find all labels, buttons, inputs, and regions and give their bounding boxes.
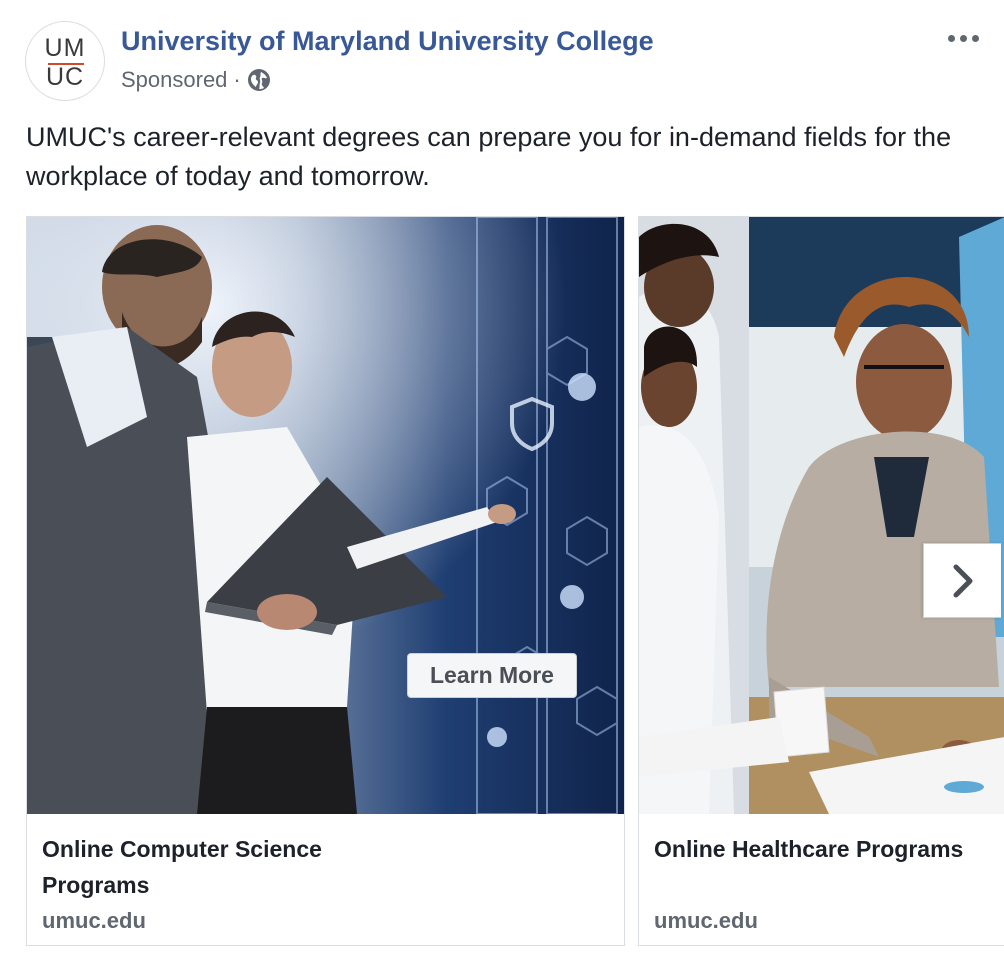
card-image-healthcare[interactable] (639, 217, 1004, 814)
more-options-icon[interactable] (948, 28, 988, 48)
avatar-logo-top: UM (44, 34, 86, 62)
card-title[interactable]: Online Computer Science Programs (42, 831, 402, 903)
card-footer: Online Healthcare Programs umuc.edu (639, 814, 1004, 945)
avatar-logo-bottom: UC (45, 63, 85, 91)
sponsored-line: Sponsored · (121, 67, 271, 93)
globe-icon[interactable] (247, 68, 271, 92)
learn-more-button[interactable]: Learn More (407, 653, 577, 698)
separator-dot: · (233, 67, 241, 92)
page-name-link[interactable]: University of Maryland University Colleg… (121, 26, 654, 57)
card-image-computer-science[interactable] (27, 217, 624, 814)
card-domain: umuc.edu (42, 908, 146, 933)
sponsored-post: UM UC University of Maryland University … (0, 0, 1004, 956)
sponsored-label[interactable]: Sponsored (121, 67, 227, 93)
card-title[interactable]: Online Healthcare Programs (654, 831, 1004, 867)
chevron-right-icon[interactable] (923, 543, 1001, 618)
card-domain: umuc.edu (654, 908, 758, 933)
post-text: UMUC's career-relevant degrees can prepa… (26, 122, 952, 191)
card-footer: Online Computer Science Programs umuc.ed… (27, 814, 624, 945)
carousel-card[interactable]: Online Computer Science Programs umuc.ed… (26, 216, 625, 946)
page-avatar[interactable]: UM UC (25, 21, 105, 101)
